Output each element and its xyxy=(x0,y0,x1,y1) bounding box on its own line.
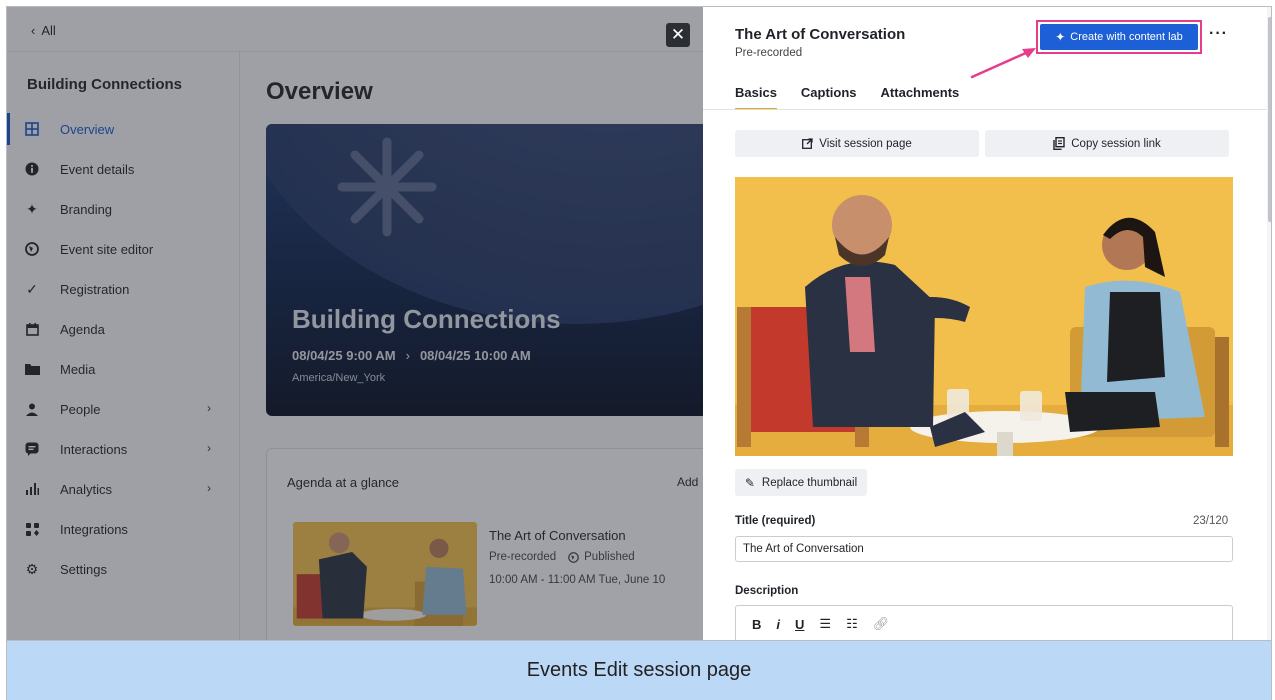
title-input[interactable] xyxy=(735,536,1233,562)
bold-button[interactable]: B xyxy=(752,617,761,632)
screenshot-caption: Events Edit session page xyxy=(6,641,1272,700)
rich-text-toolbar: B i U ☰ ☷ 🔗︎ xyxy=(752,616,889,632)
description-editor[interactable]: B i U ☰ ☷ 🔗︎ xyxy=(735,605,1233,640)
content-lab-label: Create with content lab xyxy=(1070,31,1183,43)
panel-scrollbar[interactable] xyxy=(1267,7,1271,640)
copy-session-link-label: Copy session link xyxy=(1071,137,1161,150)
panel-tabs: Basics Captions Attachments xyxy=(735,85,959,110)
panel-session-title: The Art of Conversation xyxy=(735,26,906,43)
replace-thumbnail-label: Replace thumbnail xyxy=(761,476,858,489)
underline-button[interactable]: U xyxy=(795,617,804,632)
visit-session-page-button[interactable]: Visit session page xyxy=(735,130,979,157)
tab-basics[interactable]: Basics xyxy=(735,85,777,110)
tab-attachments[interactable]: Attachments xyxy=(881,85,960,110)
italic-button[interactable]: i xyxy=(776,617,780,632)
replace-thumbnail-button[interactable]: ✎ Replace thumbnail xyxy=(735,469,867,496)
tabs-divider xyxy=(703,109,1268,110)
more-options-button[interactable]: ··· xyxy=(1209,25,1228,43)
scrollbar-thumb[interactable] xyxy=(1268,17,1271,222)
description-field-label: Description xyxy=(735,585,799,597)
pencil-icon: ✎ xyxy=(744,475,755,490)
visit-session-page-label: Visit session page xyxy=(819,137,912,150)
title-field-label: Title (required) xyxy=(735,515,816,527)
content-lab-highlight: ✦ Create with content lab xyxy=(1036,20,1202,54)
sparkle-icon: ✦ xyxy=(1055,30,1066,44)
create-with-content-lab-button[interactable]: ✦ Create with content lab xyxy=(1040,24,1198,50)
external-link-icon xyxy=(802,138,813,149)
modal-overlay[interactable] xyxy=(7,7,703,640)
events-app: ‹ All Building Connections Overview Even… xyxy=(6,6,1272,641)
copy-icon xyxy=(1053,137,1065,150)
numbered-list-icon[interactable]: ☷ xyxy=(846,616,858,632)
close-panel-button[interactable]: ✕ xyxy=(666,23,690,47)
panel-session-type: Pre-recorded xyxy=(735,47,803,59)
close-icon: ✕ xyxy=(670,25,686,44)
session-thumbnail-image xyxy=(735,177,1233,456)
annotation-arrow-icon xyxy=(970,48,1036,79)
link-icon[interactable]: 🔗︎ xyxy=(873,616,890,632)
screenshot-stage: ‹ All Building Connections Overview Even… xyxy=(0,0,1275,700)
bullet-list-icon[interactable]: ☰ xyxy=(819,616,831,632)
title-character-count: 23/120 xyxy=(1193,515,1229,527)
tab-captions[interactable]: Captions xyxy=(801,85,857,110)
copy-session-link-button[interactable]: Copy session link xyxy=(985,130,1229,157)
session-edit-panel: The Art of Conversation Pre-recorded ✦ C… xyxy=(703,7,1271,640)
